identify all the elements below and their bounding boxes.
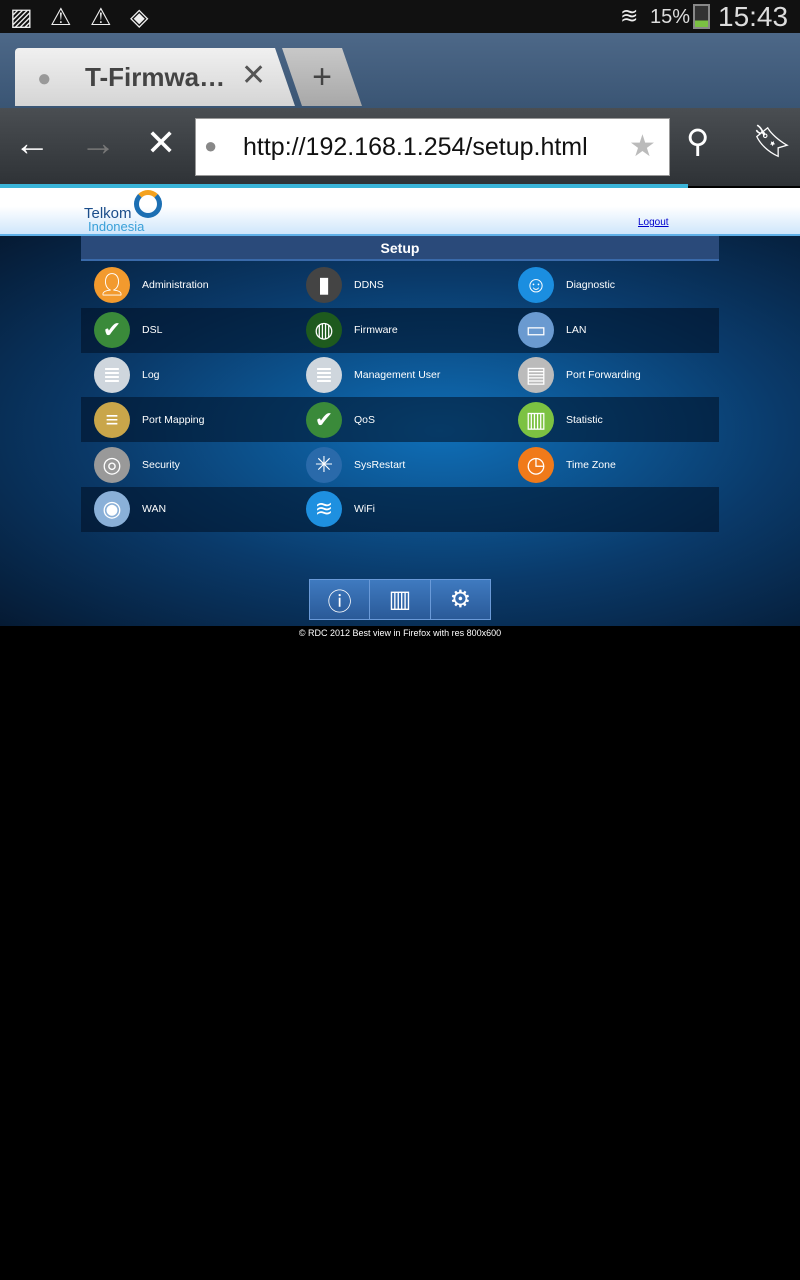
close-tab-icon[interactable]: ✕ <box>241 58 266 93</box>
scroll-icon[interactable]: ≣ <box>94 356 130 393</box>
gallery-icon: ▨ <box>10 4 33 31</box>
settings-gear-icon[interactable]: ⚙ <box>431 580 490 619</box>
menu-item-label[interactable]: Log <box>142 369 160 381</box>
telkom-logo-icon <box>134 190 162 218</box>
menu-item-label[interactable]: WAN <box>142 503 166 515</box>
user-icon[interactable]: 👤︎ <box>94 267 130 304</box>
menu-item-diagnostic[interactable]: ☺ Diagnostic <box>505 263 717 308</box>
clock: 15:43 <box>718 1 789 32</box>
tab-title: T-Firmwa… <box>85 62 226 92</box>
menu-row: ◉ WAN ≋ WiFi <box>81 486 719 532</box>
safe-dial-icon[interactable]: ◎ <box>94 446 130 483</box>
menu-item-time-zone[interactable]: ◷ Time Zone <box>505 442 717 487</box>
menu-item-port-mapping[interactable]: ≡ Port Mapping <box>81 397 293 442</box>
menu-item-ddns[interactable]: ▮ DDNS <box>293 263 505 308</box>
menu-item-lan[interactable]: ▭ LAN <box>505 308 717 353</box>
matrix-globe-icon[interactable]: ◍ <box>306 312 342 349</box>
forward-icon[interactable]: → <box>80 122 116 164</box>
menu-item-dsl[interactable]: ✔ DSL <box>81 308 293 353</box>
globe-checklist-icon[interactable]: ✔ <box>94 312 130 349</box>
status-bar: ▨ ⚠ ⚠ ◈ ≋ 15% 15:43 <box>0 0 800 33</box>
logo-subtext: Indonesia <box>88 219 145 234</box>
back-icon[interactable]: ← <box>14 122 50 164</box>
menu-row: 👤︎ Administration ▮ DDNS ☺ Diagnostic <box>81 263 719 308</box>
menu-item-label[interactable]: LAN <box>566 324 586 336</box>
menu-item-sysrestart[interactable]: ✳ SysRestart <box>293 442 505 487</box>
new-tab-button[interactable]: + <box>282 48 362 106</box>
search-icon[interactable]: ⚲ <box>686 122 709 160</box>
menu-item-label[interactable]: Security <box>142 459 180 471</box>
tab-bar: ● T-Firmwa… ✕ + <box>0 33 800 108</box>
restart-burst-icon[interactable]: ✳ <box>306 446 342 483</box>
computers-icon[interactable]: ▭ <box>518 312 554 349</box>
battery-percent: 15% <box>650 6 691 28</box>
browser-toolbar: ← → ✕ ● http://192.168.1.254/setup.html … <box>0 108 800 186</box>
menu-item-port-forwarding[interactable]: ▤ Port Forwarding <box>505 353 717 398</box>
wifi-signal-icon: ≋ <box>620 3 639 28</box>
url-bar[interactable]: ● http://192.168.1.254/setup.html ★ <box>195 118 670 176</box>
url-text[interactable]: http://192.168.1.254/setup.html <box>243 133 588 162</box>
menu-item-wifi[interactable]: ≋ WiFi <box>293 487 505 532</box>
menu-item-label[interactable]: Administration <box>142 279 209 291</box>
menu-item-label[interactable]: Diagnostic <box>566 279 615 291</box>
bottom-nav: ⓘ ▥ ⚙ <box>309 579 491 620</box>
router-header: Telkom Indonesia Logout <box>0 188 800 236</box>
menu-item-administration[interactable]: 👤︎ Administration <box>81 263 293 308</box>
menu-item-label[interactable]: Time Zone <box>566 459 616 471</box>
menu-item-wan[interactable]: ◉ WAN <box>81 487 293 532</box>
logout-link[interactable]: Logout <box>638 217 669 228</box>
dropbox-icon: ◈ <box>130 4 149 31</box>
footer-text: © RDC 2012 Best view in Firefox with res… <box>298 628 502 638</box>
server-icon[interactable]: ▮ <box>306 267 342 304</box>
menu-row: ≡ Port Mapping ✔ QoS ▥ Statistic <box>81 397 719 443</box>
menu-item-label[interactable]: QoS <box>354 414 375 426</box>
menu-item-firmware[interactable]: ◍ Firmware <box>293 308 505 353</box>
menu-item-label[interactable]: SysRestart <box>354 459 405 471</box>
wifi-icon[interactable]: ≋ <box>306 491 342 528</box>
menu-item-label[interactable]: DSL <box>142 324 162 336</box>
battery-icon <box>693 4 710 29</box>
warning-icon: ⚠ <box>50 4 72 31</box>
doctor-icon[interactable]: ☺ <box>518 267 554 304</box>
empty-cell <box>505 487 717 532</box>
globe-icon: ● <box>204 133 218 158</box>
setup-panel: Setup 👤︎ Administration ▮ DDNS ☺ Diagnostic ✔ D… <box>0 236 800 626</box>
status-chart-icon[interactable]: ▥ <box>370 580 431 619</box>
menu-item-label[interactable]: Firmware <box>354 324 398 336</box>
page-title: Setup <box>81 236 719 261</box>
menu-item-label[interactable]: Port Mapping <box>142 414 204 426</box>
menu-row: ≣ Log ≣ Management User ▤ Port Forwarding <box>81 353 719 398</box>
clock-icon[interactable]: ◷ <box>518 446 554 483</box>
menu-item-management-user[interactable]: ≣ Management User <box>293 353 505 398</box>
scroll-icon[interactable]: ≣ <box>306 356 342 393</box>
menu-item-label[interactable]: Port Forwarding <box>566 369 641 381</box>
globe-checklist-icon[interactable]: ✔ <box>306 401 342 438</box>
globe-icon: ● <box>37 65 52 92</box>
ethernet-plug-icon[interactable]: ▤ <box>518 356 554 393</box>
menu-item-label[interactable]: DDNS <box>354 279 384 291</box>
menu-item-label[interactable]: WiFi <box>354 503 375 515</box>
menu-item-log[interactable]: ≣ Log <box>81 353 293 398</box>
warning-icon: ⚠ <box>90 4 112 31</box>
bar-chart-icon[interactable]: ▥ <box>518 401 554 438</box>
menu-item-label[interactable]: Statistic <box>566 414 603 426</box>
menu-item-security[interactable]: ◎ Security <box>81 442 293 487</box>
stop-icon[interactable]: ✕ <box>146 122 176 164</box>
setup-menu-grid: 👤︎ Administration ▮ DDNS ☺ Diagnostic ✔ DSL ◍ Fir… <box>81 263 719 532</box>
menu-row: ✔ DSL ◍ Firmware ▭ LAN <box>81 307 719 353</box>
network-globe-icon[interactable]: ◉ <box>94 491 130 528</box>
menu-item-qos[interactable]: ✔ QoS <box>293 397 505 442</box>
bookmarks-icon[interactable]: 🔖︎ <box>752 122 793 160</box>
menu-item-label[interactable]: Management User <box>354 369 440 381</box>
cables-icon[interactable]: ≡ <box>94 401 130 438</box>
info-icon[interactable]: ⓘ <box>310 580 371 619</box>
menu-item-statistic[interactable]: ▥ Statistic <box>505 397 717 442</box>
menu-row: ◎ Security ✳ SysRestart ◷ Time Zone <box>81 442 719 487</box>
browser-tab[interactable]: ● T-Firmwa… ✕ <box>15 48 295 106</box>
star-icon[interactable]: ★ <box>629 129 656 164</box>
